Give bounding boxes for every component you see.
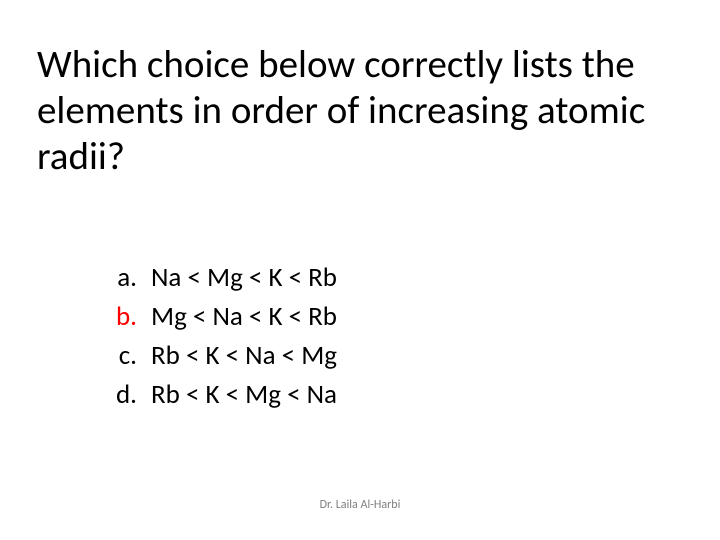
answer-option-d: d. Rb < K < Mg < Na <box>97 375 337 414</box>
answer-option-c: c. Rb < K < Na < Mg <box>97 336 337 375</box>
answer-text: Na < Mg < K < Rb <box>151 258 337 297</box>
answer-label: b. <box>97 297 151 336</box>
question-text: Which choice below correctly lists the e… <box>37 42 687 180</box>
answer-option-b: b. Mg < Na < K < Rb <box>97 297 337 336</box>
footer-author: Dr. Laila Al-Harbi <box>0 498 720 512</box>
answer-text: Mg < Na < K < Rb <box>151 297 337 336</box>
answer-list: a. Na < Mg < K < Rb b. Mg < Na < K < Rb … <box>97 258 337 415</box>
slide: Which choice below correctly lists the e… <box>0 0 720 540</box>
answer-label: d. <box>97 375 151 414</box>
answer-text: Rb < K < Mg < Na <box>151 375 337 414</box>
answer-label: a. <box>97 258 151 297</box>
answer-option-a: a. Na < Mg < K < Rb <box>97 258 337 297</box>
answer-label: c. <box>97 336 151 375</box>
answer-text: Rb < K < Na < Mg <box>151 336 337 375</box>
